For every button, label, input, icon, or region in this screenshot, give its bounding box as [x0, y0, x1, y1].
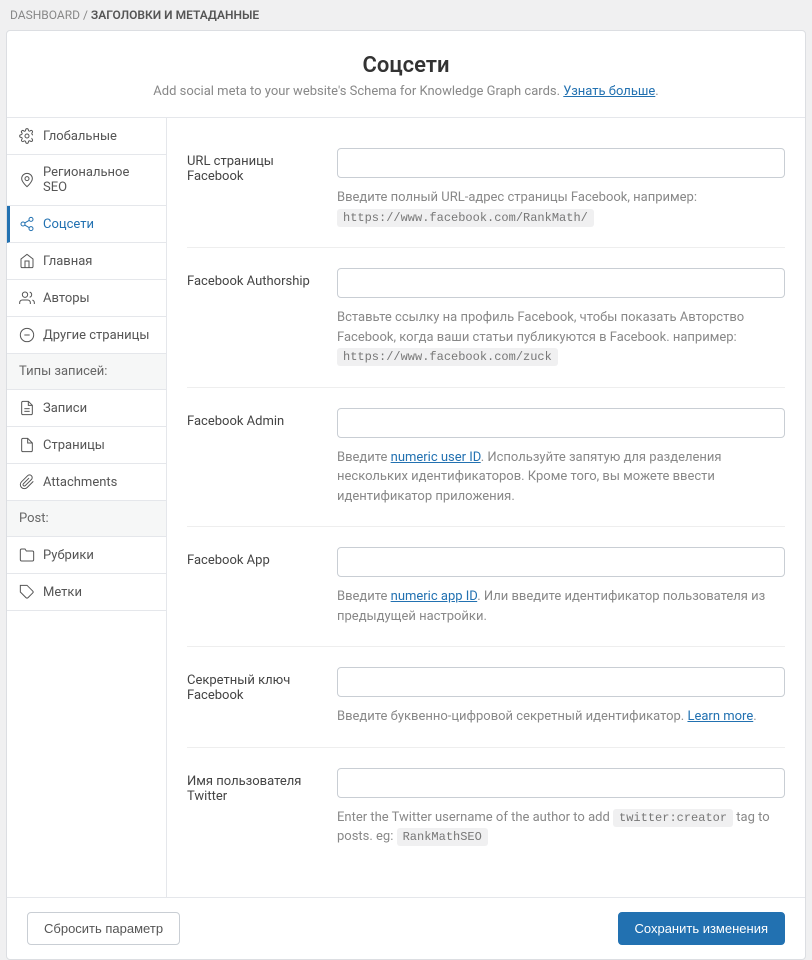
- breadcrumb: DASHBOARD / ЗАГОЛОВКИ И МЕТАДАННЫЕ: [0, 0, 812, 30]
- learn-more-link[interactable]: Узнать больше: [563, 84, 655, 99]
- minus-circle-icon: [19, 327, 35, 343]
- field-label: Facebook Admin: [187, 408, 317, 507]
- doc-icon: [19, 400, 35, 416]
- facebook-authorship-input[interactable]: [337, 268, 785, 298]
- facebook-admin-input[interactable]: [337, 408, 785, 438]
- share-icon: [19, 216, 35, 232]
- facebook-app-input[interactable]: [337, 547, 785, 577]
- numeric-user-id-link[interactable]: numeric user ID: [391, 450, 481, 465]
- example-code: https://www.facebook.com/zuck: [337, 348, 558, 366]
- sidebar-item-label: Записи: [43, 401, 87, 416]
- home-icon: [19, 253, 35, 269]
- sidebar-item-label: Другие страницы: [43, 328, 149, 343]
- save-button[interactable]: Сохранить изменения: [618, 912, 786, 945]
- facebook-secret-input[interactable]: [337, 667, 785, 697]
- sidebar-item-label: Attachments: [43, 475, 117, 490]
- page-title: Соцсети: [27, 53, 785, 78]
- sidebar-item-label: Метки: [43, 585, 82, 600]
- sidebar-item-posts[interactable]: Записи: [7, 390, 166, 427]
- sidebar-item-categories[interactable]: Рубрики: [7, 537, 166, 574]
- field-label: URL страницы Facebook: [187, 148, 317, 227]
- sidebar-item-authors[interactable]: Авторы: [7, 280, 166, 317]
- page-subtitle: Add social meta to your website's Schema…: [27, 84, 785, 99]
- sidebar-item-home[interactable]: Главная: [7, 243, 166, 280]
- sidebar-item-attachments[interactable]: Attachments: [7, 464, 166, 501]
- field-description: Введите numeric user ID. Используйте зап…: [337, 448, 785, 507]
- sidebar-item-label: Рубрики: [43, 548, 94, 563]
- field-description: Введите numeric app ID. Или введите иден…: [337, 587, 785, 626]
- settings-panel: Соцсети Add social meta to your website'…: [6, 30, 806, 960]
- sidebar-section-post: Post:: [7, 501, 166, 537]
- field-description: Введите полный URL-адрес страницы Facebo…: [337, 188, 785, 227]
- field-label: Facebook App: [187, 547, 317, 626]
- field-facebook-url: URL страницы Facebook Введите полный URL…: [187, 148, 785, 248]
- sidebar-item-pages[interactable]: Страницы: [7, 427, 166, 464]
- field-facebook-admin: Facebook Admin Введите numeric user ID. …: [187, 408, 785, 528]
- clip-icon: [19, 474, 35, 490]
- content-area: URL страницы Facebook Введите полный URL…: [167, 118, 805, 897]
- settings-icon: [19, 128, 35, 144]
- field-twitter-user: Имя пользователя Twitter Enter the Twitt…: [187, 768, 785, 867]
- field-label: Секретный ключ Facebook: [187, 667, 317, 727]
- field-label: Facebook Authorship: [187, 268, 317, 367]
- sidebar-item-label: Региональное SEO: [43, 165, 154, 195]
- sidebar-item-tags[interactable]: Метки: [7, 574, 166, 611]
- field-description: Введите буквенно-цифровой секретный иден…: [337, 707, 785, 727]
- sidebar-item-social[interactable]: Соцсети: [7, 206, 166, 243]
- sidebar-item-label: Страницы: [43, 438, 105, 453]
- example-code: https://www.facebook.com/RankMath/: [337, 209, 594, 227]
- field-facebook-secret: Секретный ключ Facebook Введите буквенно…: [187, 667, 785, 748]
- sidebar-item-label: Глобальные: [43, 129, 117, 144]
- pin-icon: [19, 172, 35, 188]
- sidebar-item-label: Соцсети: [43, 217, 94, 232]
- field-facebook-app: Facebook App Введите numeric app ID. Или…: [187, 547, 785, 647]
- sidebar-item-other[interactable]: Другие страницы: [7, 317, 166, 354]
- learn-more-link[interactable]: Learn more: [687, 709, 753, 724]
- tag-icon: [19, 584, 35, 600]
- numeric-app-id-link[interactable]: numeric app ID: [391, 589, 478, 604]
- sidebar-section-post-types: Типы записей:: [7, 354, 166, 390]
- facebook-url-input[interactable]: [337, 148, 785, 178]
- reset-button[interactable]: Сбросить параметр: [27, 912, 180, 945]
- users-icon: [19, 290, 35, 306]
- field-facebook-authorship: Facebook Authorship Вставьте ссылку на п…: [187, 268, 785, 388]
- sidebar-item-label: Авторы: [43, 291, 90, 306]
- panel-header: Соцсети Add social meta to your website'…: [7, 31, 805, 118]
- field-description: Enter the Twitter username of the author…: [337, 808, 785, 847]
- breadcrumb-current: ЗАГОЛОВКИ И МЕТАДАННЫЕ: [91, 8, 259, 22]
- example-code: RankMathSEO: [397, 828, 488, 846]
- sidebar-item-local-seo[interactable]: Региональное SEO: [7, 155, 166, 206]
- field-label: Имя пользователя Twitter: [187, 768, 317, 847]
- field-description: Вставьте ссылку на профиль Facebook, что…: [337, 308, 785, 367]
- sidebar-item-label: Главная: [43, 254, 92, 269]
- sidebar-item-global[interactable]: Глобальные: [7, 118, 166, 155]
- twitter-username-input[interactable]: [337, 768, 785, 798]
- breadcrumb-root[interactable]: DASHBOARD: [10, 8, 80, 22]
- example-code: twitter:creator: [613, 809, 733, 827]
- folder-icon: [19, 547, 35, 563]
- panel-footer: Сбросить параметр Сохранить изменения: [7, 897, 805, 959]
- page-icon: [19, 437, 35, 453]
- sidebar: Глобальные Региональное SEO Соцсети Глав…: [7, 118, 167, 897]
